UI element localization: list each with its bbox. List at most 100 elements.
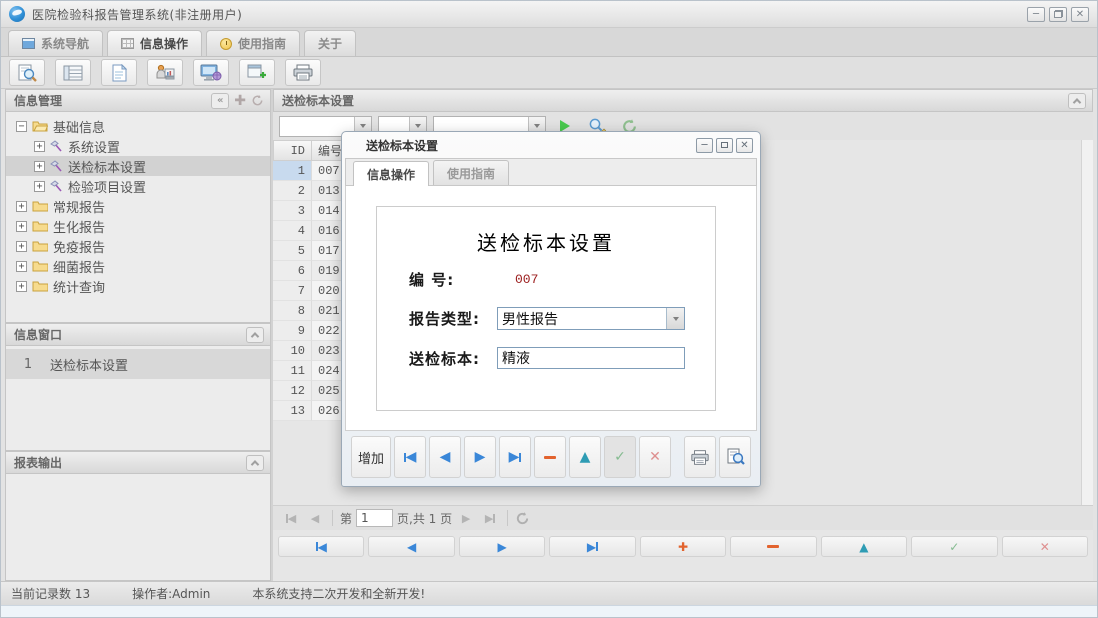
app-logo-icon (9, 6, 25, 22)
tree-item-base-info[interactable]: − 基础信息 (6, 116, 270, 136)
tab-label: 关于 (318, 35, 342, 52)
dialog-prior-record-button[interactable]: ◀ (429, 436, 461, 478)
specimen-input[interactable] (497, 347, 685, 369)
expand-node-icon[interactable]: + (34, 161, 45, 172)
dialog-last-record-button[interactable]: ▶ (499, 436, 531, 478)
tab-label: 信息操作 (367, 166, 415, 183)
refresh-page-icon[interactable] (515, 511, 530, 526)
expand-node-icon[interactable]: + (16, 201, 27, 212)
document-button[interactable] (101, 59, 137, 86)
search-preview-button[interactable] (9, 59, 45, 86)
dialog-first-record-button[interactable]: ◀ (394, 436, 426, 478)
restore-button[interactable] (1049, 7, 1067, 22)
collapse-panel-button[interactable] (246, 327, 264, 343)
page-total-label: 页,共 1 页 (397, 510, 452, 527)
dialog-preview-button[interactable] (719, 436, 751, 478)
expand-node-icon[interactable]: + (16, 261, 27, 272)
minus-icon (767, 545, 779, 548)
tree-label: 统计查询 (53, 277, 105, 296)
window-titlebar: 医院检验科报告管理系统(非注册用户) ─ ✕ (1, 1, 1097, 28)
dialog-print-button[interactable] (684, 436, 716, 478)
tree-item-routine-report[interactable]: + 常规报告 (6, 196, 270, 216)
page-number-input[interactable] (356, 509, 393, 527)
cancel-record-button[interactable]: ✕ (1002, 536, 1088, 557)
dialog-next-record-button[interactable]: ▶ (464, 436, 496, 478)
dialog-delete-record-button[interactable] (534, 436, 566, 478)
expand-node-icon[interactable]: + (16, 281, 27, 292)
tab-user-guide[interactable]: 使用指南 (206, 30, 300, 56)
expand-node-icon[interactable]: + (34, 141, 45, 152)
last-page-button[interactable]: ▶ (480, 509, 500, 528)
dialog-titlebar[interactable]: 送检标本设置 ─ ✕ (345, 132, 757, 158)
tab-about[interactable]: 关于 (304, 30, 356, 56)
record-navigator-bar: ◀ ◀ ▶ ▶ ✚ ▲ ✓ ✕ (273, 534, 1093, 559)
dialog-edit-record-button[interactable]: ▲ (569, 436, 601, 478)
first-record-button[interactable]: ◀ (278, 536, 364, 557)
prev-page-button[interactable]: ◀ (305, 509, 325, 528)
next-record-button[interactable]: ▶ (459, 536, 545, 557)
add-panel-icon[interactable]: ✚ (234, 94, 246, 108)
main-toolbar (1, 57, 1097, 89)
tree-item-statistics-query[interactable]: + 统计查询 (6, 276, 270, 296)
status-message: 本系统支持二次开发和全新开发! (252, 585, 425, 602)
tree-item-immune-report[interactable]: + 免疫报告 (6, 236, 270, 256)
remote-monitor-button[interactable] (193, 59, 229, 86)
dialog-minimize-button[interactable]: ─ (696, 138, 713, 153)
report-type-label: 报告类型: (409, 308, 497, 329)
close-button[interactable]: ✕ (1071, 7, 1089, 22)
dialog-close-button[interactable]: ✕ (736, 138, 753, 153)
collapse-main-panel-button[interactable] (1068, 93, 1086, 109)
add-record-button[interactable]: 增加 (351, 436, 391, 478)
main-panel-title: 送检标本设置 (282, 92, 354, 109)
tab-label: 信息操作 (140, 35, 188, 52)
folder-icon (32, 240, 48, 252)
delete-record-button[interactable] (730, 536, 816, 557)
expand-node-icon[interactable]: + (16, 241, 27, 252)
post-record-button[interactable]: ✓ (911, 536, 997, 557)
select-arrow-icon[interactable] (666, 308, 684, 329)
tool-icon (50, 140, 63, 153)
info-management-panel-header: 信息管理 « ✚ (5, 89, 271, 112)
collapse-left-button[interactable]: « (211, 93, 229, 109)
prior-record-button[interactable]: ◀ (368, 536, 454, 557)
dialog-tab-info-operation[interactable]: 信息操作 (353, 161, 429, 186)
tree-item-biochem-report[interactable]: + 生化报告 (6, 216, 270, 236)
expand-node-icon[interactable]: + (16, 221, 27, 232)
tree-item-specimen-settings[interactable]: + 送检标本设置 (6, 156, 270, 176)
collapse-panel-button[interactable] (246, 455, 264, 471)
insert-record-button[interactable]: ✚ (640, 536, 726, 557)
tab-info-operation[interactable]: 信息操作 (107, 30, 202, 56)
tree-item-system-settings[interactable]: + 系统设置 (6, 136, 270, 156)
minimize-button[interactable]: ─ (1027, 7, 1045, 22)
report-type-select[interactable]: 男性报告 (497, 307, 685, 330)
grid-vertical-scrollbar[interactable] (1081, 140, 1093, 527)
collapse-node-icon[interactable]: − (16, 121, 27, 132)
dialog-post-record-button[interactable]: ✓ (604, 436, 636, 478)
print-button[interactable] (285, 59, 321, 86)
operator-report-button[interactable] (147, 59, 183, 86)
add-window-button[interactable] (239, 59, 275, 86)
print-icon (292, 64, 314, 81)
tree-label: 生化报告 (53, 217, 105, 236)
dialog-tab-user-guide[interactable]: 使用指南 (433, 160, 509, 185)
last-record-button[interactable]: ▶ (549, 536, 635, 557)
data-grid-button[interactable] (55, 59, 91, 86)
tree-label: 细菌报告 (53, 257, 105, 276)
status-bar: 当前记录数 13 操作者:Admin 本系统支持二次开发和全新开发! (1, 581, 1097, 605)
tab-system-nav[interactable]: 系统导航 (8, 30, 103, 56)
first-page-button[interactable]: ◀ (281, 509, 301, 528)
refresh-panel-icon[interactable] (251, 94, 264, 107)
panel-title: 报表输出 (14, 454, 62, 471)
dialog-maximize-button[interactable] (716, 138, 733, 153)
dialog-cancel-record-button[interactable]: ✕ (639, 436, 671, 478)
tree-label: 送检标本设置 (68, 157, 146, 176)
expand-node-icon[interactable]: + (34, 181, 45, 192)
tree-item-test-item-settings[interactable]: + 检验项目设置 (6, 176, 270, 196)
grid-header-id[interactable]: ID (273, 140, 312, 161)
info-window-item-specimen-settings[interactable]: 1 送检标本设置 (6, 349, 270, 379)
next-page-button[interactable]: ▶ (456, 509, 476, 528)
edit-record-button[interactable]: ▲ (821, 536, 907, 557)
window-bottom-edge (1, 605, 1097, 617)
tool-icon (50, 180, 63, 193)
tree-item-bacteria-report[interactable]: + 细菌报告 (6, 256, 270, 276)
